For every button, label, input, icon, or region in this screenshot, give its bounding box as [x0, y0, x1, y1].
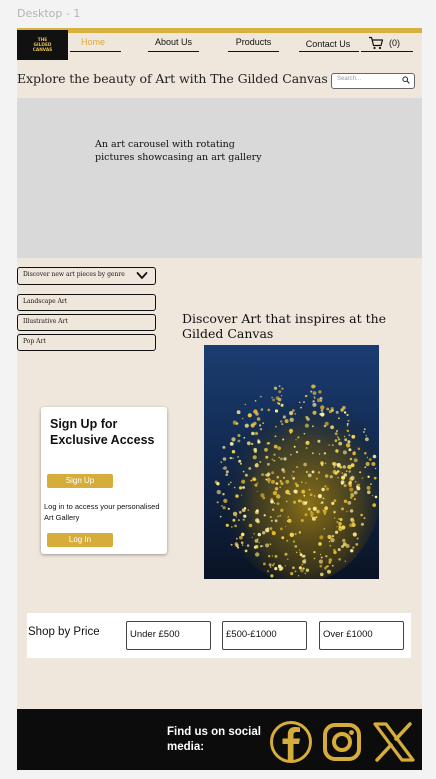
nav-home-underline	[70, 51, 121, 52]
shop-by-price: Shop by Price Under £500 £500-£1000 Over…	[27, 613, 411, 658]
search-input[interactable]: Search...	[331, 73, 415, 89]
nav-about-underline	[148, 51, 199, 52]
genre-dropdown-label: Discover new art pieces by genre	[23, 271, 125, 278]
featured-art-image[interactable]	[204, 345, 379, 579]
price-option-500-1000[interactable]: £500-£1000	[222, 621, 307, 650]
genre-item-label: Landscape Art	[23, 298, 68, 305]
nav-contact[interactable]: Contact Us	[297, 39, 359, 49]
page: THE GILDED CANVAS Home About Us Products…	[17, 28, 422, 770]
featured-title: Discover Art that inspires at the Gilded…	[182, 311, 387, 341]
price-option-over-1000[interactable]: Over £1000	[319, 621, 404, 650]
genre-item-pop[interactable]: Pop Art	[17, 334, 156, 351]
price-option-label: Over £1000	[323, 629, 373, 640]
price-option-label: £500-£1000	[226, 629, 277, 640]
search-icon[interactable]	[402, 76, 410, 84]
genre-item-landscape[interactable]: Landscape Art	[17, 294, 156, 311]
top-accent-bar	[17, 28, 422, 33]
site-logo[interactable]: THE GILDED CANVAS	[17, 30, 68, 60]
price-option-label: Under £500	[130, 629, 180, 640]
price-option-under-500[interactable]: Under £500	[126, 621, 211, 650]
cart-underline	[361, 51, 413, 52]
login-description: Log in to access your personalised Art G…	[44, 502, 160, 522]
frame-label: Desktop - 1	[17, 7, 81, 20]
signup-button[interactable]: Sign Up	[47, 474, 113, 488]
cart-count: (0)	[389, 38, 400, 48]
genre-item-illustrative[interactable]: Illustrative Art	[17, 314, 156, 331]
x-twitter-icon[interactable]	[373, 722, 415, 762]
signup-title: Sign Up for Exclusive Access	[50, 417, 155, 447]
login-button[interactable]: Log In	[47, 533, 113, 547]
page-headline: Explore the beauty of Art with The Gilde…	[17, 71, 328, 86]
genre-dropdown[interactable]: Discover new art pieces by genre	[17, 267, 156, 285]
nav-products[interactable]: Products	[228, 37, 279, 47]
footer-social-text: Find us on social media:	[167, 726, 261, 753]
chevron-down-icon[interactable]	[136, 271, 148, 280]
nav-home[interactable]: Home	[70, 37, 116, 47]
nav-products-underline	[228, 51, 279, 52]
genre-item-label: Illustrative Art	[23, 318, 68, 325]
logo-line-3: CANVAS	[32, 47, 53, 53]
search-placeholder: Search...	[337, 76, 362, 82]
carousel-placeholder-text: An art carousel with rotating pictures s…	[95, 139, 262, 163]
facebook-icon[interactable]	[269, 720, 313, 764]
shop-by-price-title: Shop by Price	[28, 626, 100, 638]
footer: Find us on social media:	[17, 709, 422, 770]
signup-card: Sign Up for Exclusive Access Sign Up Log…	[41, 407, 167, 554]
art-carousel[interactable]: An art carousel with rotating pictures s…	[17, 98, 422, 258]
instagram-icon[interactable]	[322, 722, 362, 762]
nav-contact-underline	[299, 51, 359, 52]
nav-about[interactable]: About Us	[148, 37, 199, 47]
genre-item-label: Pop Art	[23, 338, 46, 345]
cart-icon[interactable]	[368, 36, 384, 50]
